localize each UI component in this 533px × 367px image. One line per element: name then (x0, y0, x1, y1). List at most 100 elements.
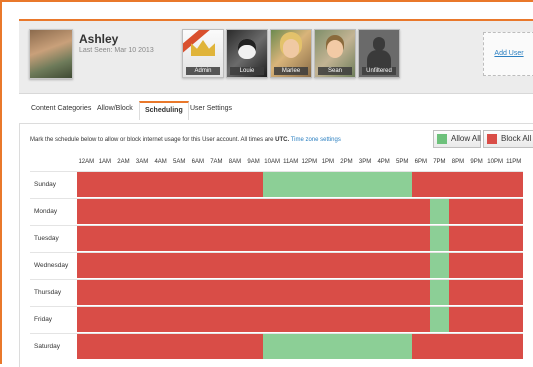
schedule-cell[interactable] (151, 172, 171, 197)
schedule-cell[interactable] (151, 334, 171, 359)
schedule-cell[interactable] (485, 199, 505, 224)
schedule-cell[interactable] (169, 199, 189, 224)
schedule-cell[interactable] (411, 307, 431, 332)
schedule-cell[interactable] (448, 280, 468, 305)
schedule-cell[interactable] (300, 280, 320, 305)
tab-scheduling[interactable]: Scheduling (139, 101, 189, 120)
schedule-cell[interactable] (132, 307, 152, 332)
schedule-cell[interactable] (188, 280, 208, 305)
schedule-cell[interactable] (504, 334, 524, 359)
hour-header[interactable]: 9AM (245, 159, 263, 165)
schedule-cell[interactable] (151, 226, 171, 251)
schedule-cell[interactable] (430, 334, 450, 359)
add-user-button[interactable]: Add User (483, 32, 533, 76)
schedule-cell[interactable] (114, 172, 134, 197)
schedule-cell[interactable] (504, 199, 524, 224)
schedule-cell[interactable] (244, 307, 264, 332)
hour-header[interactable]: 1AM (96, 159, 114, 165)
schedule-cell[interactable] (337, 172, 357, 197)
schedule-cell[interactable] (77, 307, 97, 332)
schedule-cell[interactable] (300, 334, 320, 359)
hour-header[interactable]: 11PM (505, 159, 523, 165)
schedule-cell[interactable] (337, 226, 357, 251)
schedule-cell[interactable] (207, 253, 227, 278)
schedule-cell[interactable] (355, 172, 375, 197)
schedule-cell[interactable] (188, 226, 208, 251)
profile-louie[interactable]: Louie (226, 29, 268, 78)
schedule-cell[interactable] (411, 334, 431, 359)
schedule-cell[interactable] (225, 199, 245, 224)
schedule-cell[interactable] (281, 226, 301, 251)
schedule-cell[interactable] (355, 307, 375, 332)
schedule-cell[interactable] (281, 199, 301, 224)
schedule-cell[interactable] (485, 307, 505, 332)
schedule-cell[interactable] (225, 307, 245, 332)
schedule-cell[interactable] (114, 280, 134, 305)
schedule-cell[interactable] (207, 199, 227, 224)
schedule-cell[interactable] (411, 199, 431, 224)
schedule-cell[interactable] (95, 199, 115, 224)
schedule-cell[interactable] (244, 253, 264, 278)
schedule-cell[interactable] (448, 226, 468, 251)
schedule-cell[interactable] (411, 172, 431, 197)
schedule-cell[interactable] (392, 253, 412, 278)
schedule-cell[interactable] (448, 334, 468, 359)
day-label[interactable]: Monday (34, 208, 57, 215)
schedule-cell[interactable] (169, 334, 189, 359)
schedule-cell[interactable] (355, 226, 375, 251)
schedule-cell[interactable] (355, 199, 375, 224)
schedule-cell[interactable] (337, 307, 357, 332)
hour-header[interactable]: 8AM (226, 159, 244, 165)
schedule-cell[interactable] (225, 226, 245, 251)
profile-admin[interactable]: Admin (182, 29, 224, 78)
schedule-cell[interactable] (448, 172, 468, 197)
schedule-cell[interactable] (169, 307, 189, 332)
schedule-cell[interactable] (467, 280, 487, 305)
hour-header[interactable]: 5PM (393, 159, 411, 165)
schedule-cell[interactable] (262, 334, 282, 359)
schedule-cell[interactable] (504, 226, 524, 251)
schedule-cell[interactable] (467, 226, 487, 251)
hour-header[interactable]: 2PM (337, 159, 355, 165)
schedule-cell[interactable] (95, 253, 115, 278)
hour-header[interactable]: 9PM (468, 159, 486, 165)
hour-header[interactable]: 3PM (356, 159, 374, 165)
schedule-cell[interactable] (448, 307, 468, 332)
schedule-cell[interactable] (392, 199, 412, 224)
hour-header[interactable]: 6PM (412, 159, 430, 165)
schedule-cell[interactable] (262, 172, 282, 197)
tab-content-categories[interactable]: Content Categories (31, 105, 91, 112)
schedule-cell[interactable] (151, 199, 171, 224)
schedule-cell[interactable] (188, 307, 208, 332)
hour-header[interactable]: 2AM (114, 159, 132, 165)
schedule-cell[interactable] (132, 172, 152, 197)
schedule-cell[interactable] (207, 334, 227, 359)
schedule-cell[interactable] (244, 199, 264, 224)
schedule-cell[interactable] (374, 280, 394, 305)
schedule-cell[interactable] (355, 253, 375, 278)
schedule-cell[interactable] (77, 226, 97, 251)
schedule-cell[interactable] (430, 307, 450, 332)
schedule-cell[interactable] (392, 226, 412, 251)
schedule-cell[interactable] (114, 226, 134, 251)
hour-header[interactable]: 7AM (207, 159, 225, 165)
schedule-cell[interactable] (169, 253, 189, 278)
schedule-cell[interactable] (374, 172, 394, 197)
schedule-cell[interactable] (430, 280, 450, 305)
day-label[interactable]: Thursday (34, 289, 61, 296)
schedule-cell[interactable] (337, 199, 357, 224)
hour-header[interactable]: 4PM (375, 159, 393, 165)
schedule-cell[interactable] (467, 253, 487, 278)
schedule-cell[interactable] (430, 199, 450, 224)
schedule-cell[interactable] (151, 253, 171, 278)
schedule-cell[interactable] (114, 334, 134, 359)
schedule-cell[interactable] (485, 172, 505, 197)
schedule-cell[interactable] (244, 172, 264, 197)
schedule-cell[interactable] (262, 280, 282, 305)
schedule-cell[interactable] (132, 280, 152, 305)
hour-header[interactable]: 3AM (133, 159, 151, 165)
schedule-cell[interactable] (262, 226, 282, 251)
schedule-cell[interactable] (281, 280, 301, 305)
schedule-cell[interactable] (318, 280, 338, 305)
hour-header[interactable]: 5AM (170, 159, 188, 165)
